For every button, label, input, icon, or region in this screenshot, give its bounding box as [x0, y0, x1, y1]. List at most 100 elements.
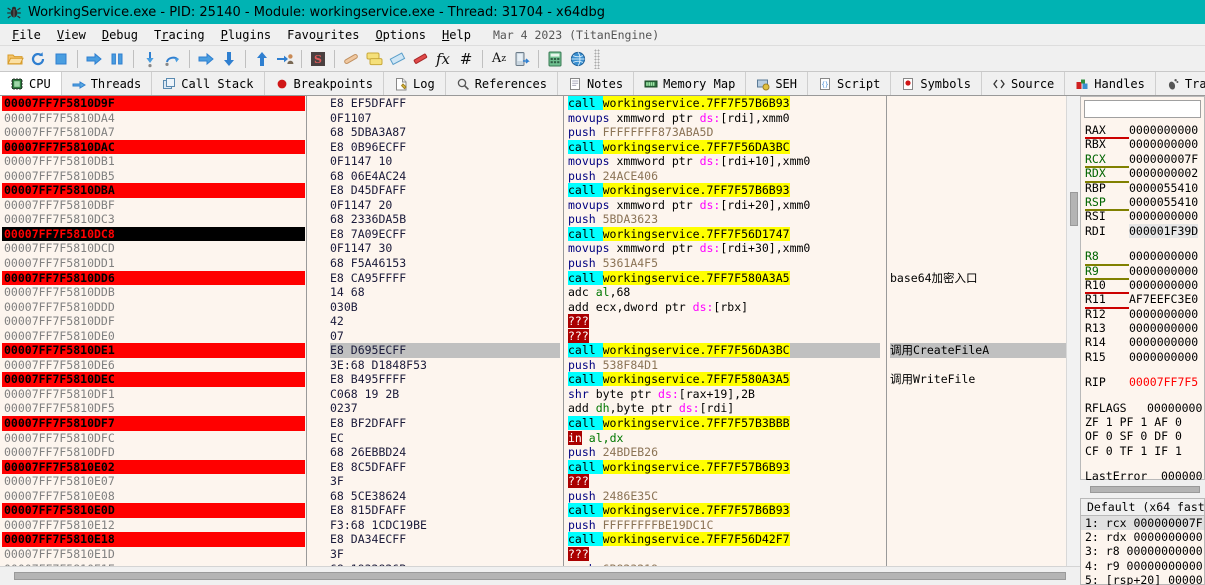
disassembly-row[interactable]: 00007FF7F5810DE0 07???: [0, 328, 1080, 344]
step-over-icon[interactable]: [162, 48, 184, 70]
argument-row[interactable]: 5: [rsp+20] 00000: [1081, 573, 1204, 585]
menu-options[interactable]: Options: [367, 26, 434, 44]
argument-row[interactable]: 3: r8 00000000000: [1081, 544, 1204, 558]
disassembly-row[interactable]: 00007FF7F5810E02 E8 8C5DFAFF call workings…: [0, 459, 1080, 475]
tab-memory-map[interactable]: Memory Map: [634, 72, 747, 95]
restart-icon[interactable]: [27, 48, 49, 70]
tab-symbols[interactable]: Symbols: [891, 72, 982, 95]
disassembly-row[interactable]: 00007FF7F5810DE6 3E:68 D1848F53 push 538F8…: [0, 358, 1080, 373]
calculator-icon[interactable]: [544, 48, 566, 70]
disassembly-row[interactable]: 00007FF7F5810DF7 E8 BF2DFAFF call workings…: [0, 416, 1080, 431]
disassembly-row[interactable]: 00007FF7F5810E1D 3F???: [0, 546, 1080, 562]
scylla-icon[interactable]: S: [307, 48, 329, 70]
disassembly-row[interactable]: 00007FF7F5810DC3 68 2336DA5B push 5BDA3623: [0, 212, 1080, 227]
toolbar-grip[interactable]: [594, 48, 600, 69]
disassembly-view[interactable]: 00007FF7F5810D9F E8 EF5DFAFF call workings…: [0, 96, 1080, 566]
tab-script[interactable]: {} Script: [808, 72, 892, 95]
menu-help[interactable]: Help: [434, 26, 479, 44]
menu-view[interactable]: View: [49, 26, 94, 44]
disassembly-row[interactable]: 00007FF7F5810DDF 42???: [0, 314, 1080, 329]
disassembly-row[interactable]: 00007FF7F5810E08 68 5CE38624 push 2486E35C: [0, 489, 1080, 504]
disassembly-row[interactable]: 00007FF7F5810DDB 14 68 adc al,68: [0, 285, 1080, 300]
globe-icon[interactable]: [567, 48, 589, 70]
menu-tracing[interactable]: Tracing: [146, 26, 213, 44]
argument-row[interactable]: 4: r9 00000000000: [1081, 559, 1204, 573]
disassembly-row[interactable]: 00007FF7F5810E12 F3:68 1CDC19BE push FFFFF…: [0, 518, 1080, 533]
register-row[interactable]: RSI 0000000000: [1081, 209, 1204, 223]
register-row[interactable]: R11 AF7EEFC3E0: [1081, 292, 1204, 309]
register-row-rflags[interactable]: RFLAGS 00000000: [1081, 401, 1204, 415]
disassembly-row[interactable]: 00007FF7F5810E07 3F???: [0, 474, 1080, 489]
open-folder-icon[interactable]: [4, 48, 26, 70]
step-into-icon[interactable]: [139, 48, 161, 70]
bookmark-icon[interactable]: [409, 48, 431, 70]
registers-view[interactable]: RAX 0000000000 RBX 0000000000 RCX 000000007F R…: [1080, 96, 1205, 498]
disassembly-row[interactable]: 00007FF7F5810DEC E8 B495FFFF call workings…: [0, 372, 1080, 387]
disassembly-row[interactable]: 00007FF7F5810DD1 68 F5A46153 push 5361A4F5: [0, 256, 1080, 271]
column-separator-instruction[interactable]: [886, 96, 887, 566]
disassembly-row[interactable]: 00007FF7F5810DDD 030B add ecx,dword ptr ds…: [0, 300, 1080, 315]
tab-threads[interactable]: Threads: [61, 72, 153, 95]
tab-call-stack[interactable]: Call Stack: [152, 72, 265, 95]
disassembly-row[interactable]: 00007FF7F5810DF1 C068 19 2B shr byte ptr d…: [0, 387, 1080, 402]
tab-notes[interactable]: Notes: [557, 72, 635, 95]
register-row[interactable]: R15 0000000000: [1081, 350, 1204, 364]
disassembly-row[interactable]: 00007FF7F5810DD6 E8 CA95FFFF call workings…: [0, 270, 1080, 286]
registers-horizontal-scrollbar[interactable]: [1080, 482, 1205, 496]
register-row[interactable]: RDX 0000000002: [1081, 166, 1204, 183]
disassembly-row[interactable]: 00007FF7F5810E0D E8 815DFAFF call workings…: [0, 503, 1080, 518]
disassembly-row[interactable]: 00007FF7F5810DBF 0F1147 20 movups xmmword …: [0, 198, 1080, 213]
register-row[interactable]: RSP 0000055410: [1081, 195, 1204, 212]
tab-trace[interactable]: Trace: [1155, 72, 1205, 95]
register-row[interactable]: RBX 0000000000: [1081, 137, 1204, 151]
label-icon[interactable]: [386, 48, 408, 70]
register-row[interactable]: RDI 000001F39D: [1081, 223, 1204, 238]
disassembly-row[interactable]: 00007FF7F5810DC8 E8 7A09ECFF call workings…: [0, 226, 1080, 242]
register-row[interactable]: R8 0000000000: [1081, 249, 1204, 266]
tab-log[interactable]: Log: [384, 72, 446, 95]
flags-row[interactable]: OF 0 SF 0 DF 0: [1081, 429, 1204, 443]
disassembly-row[interactable]: 00007FF7F5810DF5 0237 add dh,byte ptr ds:[…: [0, 401, 1080, 416]
fx-icon[interactable]: fx: [432, 48, 454, 70]
run-to-user-code-icon[interactable]: [274, 48, 296, 70]
step-over-arrow-icon[interactable]: [218, 48, 240, 70]
disassembly-row[interactable]: 00007FF7F5810DB1 0F1147 10 movups xmmword …: [0, 154, 1080, 169]
column-separator-address[interactable]: [306, 96, 307, 566]
register-search-input[interactable]: [1084, 100, 1201, 118]
run-icon[interactable]: [83, 48, 105, 70]
patch-icon[interactable]: [340, 48, 362, 70]
execute-till-return-icon[interactable]: [251, 48, 273, 70]
tab-handles[interactable]: Handles: [1065, 72, 1156, 95]
disassembly-row[interactable]: 00007FF7F5810DFD 68 26EBBD24 push 24BDEB26: [0, 445, 1080, 460]
flags-row[interactable]: ZF 1 PF 1 AF 0: [1081, 415, 1204, 429]
flags-row[interactable]: CF 0 TF 1 IF 1: [1081, 444, 1204, 458]
az-icon[interactable]: Az: [488, 48, 510, 70]
menu-file[interactable]: FFileile: [4, 26, 49, 44]
disassembly-row[interactable]: 00007FF7F5810DA4 0F1107 movups xmmword ptr…: [0, 111, 1080, 126]
tab-cpu[interactable]: CPU: [0, 72, 62, 95]
tab-references[interactable]: References: [445, 72, 558, 95]
disassembly-row[interactable]: 00007FF7F5810DE1 E8 D695ECFF call workings…: [0, 343, 1080, 358]
disassembly-row[interactable]: 00007FF7F5810DBA E8 D45DFAFF call workings…: [0, 183, 1080, 198]
disassembly-row[interactable]: 00007FF7F5810D9F E8 EF5DFAFF call workings…: [0, 96, 1080, 111]
menu-favourites[interactable]: Favourites: [279, 26, 367, 44]
comment-icon[interactable]: [363, 48, 385, 70]
disassembly-row[interactable]: 00007FF7F5810DA7 68 5DBA3A87 push FFFFFFFF…: [0, 125, 1080, 140]
register-row[interactable]: R13 0000000000: [1081, 321, 1204, 335]
disassembly-row[interactable]: 00007FF7F5810DCD 0F1147 30 movups xmmword …: [0, 241, 1080, 256]
disassembly-row[interactable]: 00007FF7F5810DFC EC in al,dx: [0, 430, 1080, 446]
calling-convention-label[interactable]: Default (x64 fastcal: [1081, 499, 1205, 516]
disassembly-row[interactable]: 00007FF7F5810DB5 68 06E4AC24 push 24ACE406: [0, 169, 1080, 184]
disassembly-horizontal-scrollbar[interactable]: [0, 566, 1080, 585]
scrollbar-thumb[interactable]: [1070, 192, 1078, 226]
stop-icon[interactable]: [50, 48, 72, 70]
register-row-rip[interactable]: RIP 00007FF7F5: [1081, 375, 1204, 389]
argument-row[interactable]: 2: rdx 0000000000: [1081, 530, 1204, 544]
scrollbar-thumb[interactable]: [1090, 486, 1200, 493]
pause-icon[interactable]: [106, 48, 128, 70]
tab-breakpoints[interactable]: Breakpoints: [264, 72, 384, 95]
register-row[interactable]: R9 0000000000: [1081, 264, 1204, 280]
register-row[interactable]: RAX 0000000000: [1081, 123, 1204, 140]
scrollbar-thumb[interactable]: [14, 572, 1066, 580]
register-row[interactable]: R10 0000000000: [1081, 278, 1204, 295]
